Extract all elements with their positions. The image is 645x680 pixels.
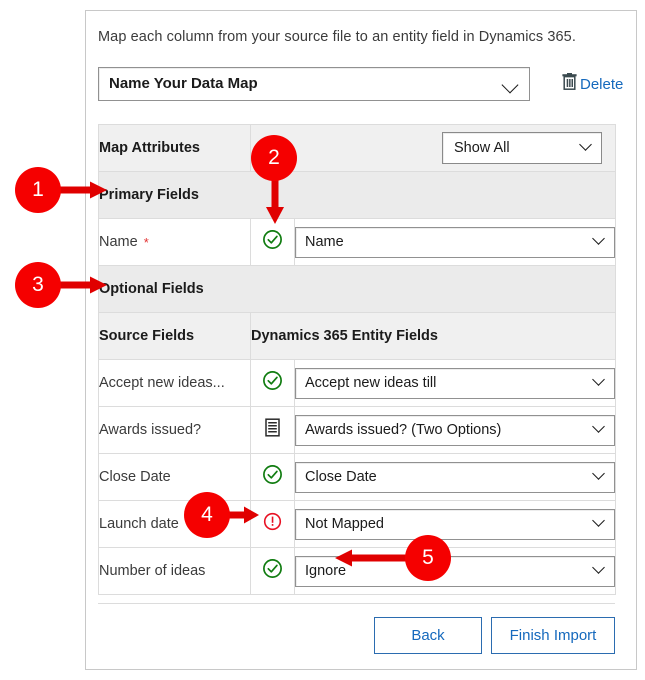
source-field-cell: Awards issued? (98, 406, 251, 454)
callout-arrow-5 (333, 549, 409, 572)
callout-badge-3: 3 (15, 262, 61, 308)
column-header-row: Source Fields Dynamics 365 Entity Fields (98, 312, 616, 360)
map-name-row: Name Your Data Map Delete (98, 67, 624, 103)
target-field-cell: Not Mapped (294, 500, 616, 548)
chevron-down-icon (592, 512, 605, 530)
group-label-primary: Primary Fields (98, 171, 616, 219)
chevron-down-icon (592, 371, 605, 389)
target-field-value: Accept new ideas till (305, 375, 437, 391)
footer-buttons: Back Finish Import (98, 617, 615, 654)
callout-badge-4: 4 (184, 492, 230, 538)
column-header-target: Dynamics 365 Entity Fields (250, 312, 616, 360)
source-field-label: Name (99, 234, 138, 250)
callout-arrow-1 (58, 181, 108, 204)
map-attributes-header-row: Map Attributes Show All (98, 124, 616, 172)
target-field-cell: Close Date (294, 453, 616, 501)
table-row: Name * Name (98, 218, 616, 266)
check-circle-icon (262, 465, 283, 489)
target-field-value: Awards issued? (Two Options) (305, 422, 502, 438)
footer-divider (98, 603, 615, 604)
show-all-value: Show All (454, 140, 510, 156)
callout-arrow-3 (58, 276, 108, 299)
delete-label: Delete (580, 75, 624, 93)
target-field-select[interactable]: Accept new ideas till (295, 367, 615, 399)
status-icon-cell (250, 359, 295, 407)
group-header-primary-fields: Primary Fields (98, 171, 616, 219)
group-label-optional: Optional Fields (98, 265, 616, 313)
chevron-down-icon (592, 418, 605, 436)
source-field-cell: Accept new ideas... (98, 359, 251, 407)
target-field-select[interactable]: Close Date (295, 461, 615, 493)
chevron-down-icon (592, 559, 605, 577)
target-field-cell: Name (294, 218, 616, 266)
target-field-cell: Accept new ideas till (294, 359, 616, 407)
trash-icon (561, 72, 578, 96)
group-header-optional-fields: Optional Fields (98, 265, 616, 313)
target-field-value: Name (305, 234, 344, 250)
target-field-value: Close Date (305, 469, 377, 485)
table-row: Accept new ideas... Accept new ideas til… (98, 359, 616, 407)
table-row: Close Date Close Date (98, 453, 616, 501)
chevron-down-icon (592, 230, 605, 248)
table-row: Launch date Not Mapped (98, 500, 616, 548)
chevron-down-icon (592, 465, 605, 483)
check-circle-icon (262, 230, 283, 254)
required-asterisk: * (143, 235, 149, 250)
status-icon-cell (250, 406, 295, 454)
callout-badge-2: 2 (251, 135, 297, 181)
callout-badge-5: 5 (405, 535, 451, 581)
target-field-select[interactable]: Awards issued? (Two Options) (295, 414, 615, 446)
map-attributes-label: Map Attributes (98, 124, 251, 172)
check-circle-icon (262, 559, 283, 583)
check-circle-icon (262, 371, 283, 395)
delete-map-button[interactable]: Delete (561, 71, 623, 97)
error-circle-icon (263, 512, 282, 535)
data-map-name-select[interactable]: Name Your Data Map (98, 67, 530, 101)
target-field-value: Not Mapped (305, 516, 384, 532)
status-icon-cell (250, 547, 295, 595)
show-all-cell: Show All (250, 124, 616, 172)
data-map-name-value: Name Your Data Map (109, 75, 258, 92)
callout-badge-1: 1 (15, 167, 61, 213)
back-button[interactable]: Back (374, 617, 482, 654)
show-all-filter-select[interactable]: Show All (442, 132, 602, 164)
instruction-text: Map each column from your source file to… (98, 29, 576, 45)
source-field-cell: Number of ideas (98, 547, 251, 595)
column-header-source: Source Fields (98, 312, 251, 360)
source-field-cell: Name * (98, 218, 251, 266)
status-icon-cell (250, 453, 295, 501)
target-field-cell: Awards issued? (Two Options) (294, 406, 616, 454)
option-set-icon (263, 418, 282, 442)
chevron-down-icon (579, 136, 592, 154)
callout-arrow-2 (262, 173, 288, 230)
attribute-mapping-table: Map Attributes Show All Primary Fields N… (98, 124, 616, 595)
source-field-cell: Close Date (98, 453, 251, 501)
target-field-select[interactable]: Name (295, 226, 615, 258)
target-field-select[interactable]: Not Mapped (295, 508, 615, 540)
chevron-down-icon (501, 76, 519, 96)
table-row: Awards issued? Awards issued? (Two Optio… (98, 406, 616, 454)
finish-import-button[interactable]: Finish Import (491, 617, 615, 654)
